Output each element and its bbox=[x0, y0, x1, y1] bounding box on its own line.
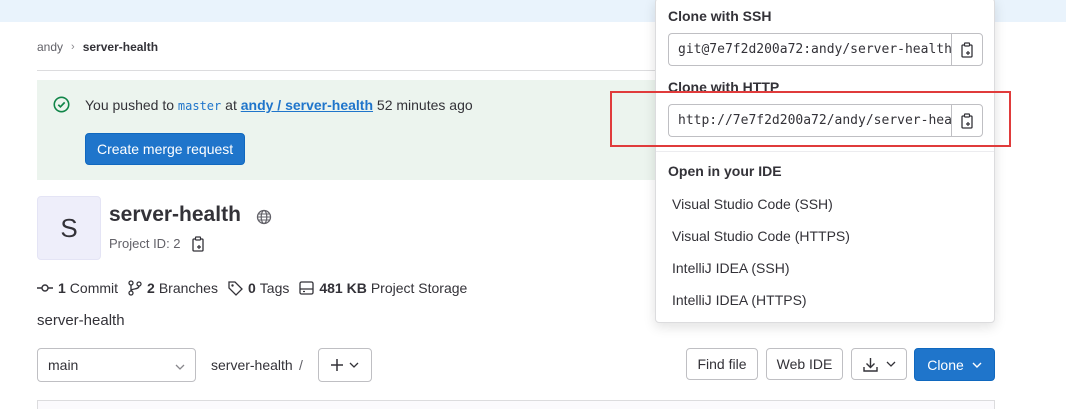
file-tree-panel bbox=[37, 400, 995, 409]
copy-ssh-button[interactable] bbox=[951, 33, 983, 66]
ssh-label: Clone with SSH bbox=[668, 8, 772, 24]
alert-project-link[interactable]: andy / server-health bbox=[241, 97, 373, 113]
breadcrumb-parent[interactable]: andy bbox=[37, 40, 63, 54]
copy-icon bbox=[961, 41, 973, 58]
ide-item-vscode-https[interactable]: Visual Studio Code (HTTPS) bbox=[672, 228, 850, 244]
ide-label: Open in your IDE bbox=[668, 163, 782, 179]
chevron-down-icon bbox=[349, 362, 359, 368]
dropdown-divider bbox=[656, 151, 994, 152]
alert-prefix: You pushed to bbox=[85, 97, 175, 113]
clone-button[interactable]: Clone bbox=[914, 348, 995, 381]
commit-icon bbox=[37, 284, 53, 292]
storage-stat[interactable]: 481 KB Project Storage bbox=[299, 280, 467, 296]
project-id: Project ID: 2 bbox=[109, 236, 181, 251]
check-circle-icon bbox=[53, 96, 70, 118]
commits-stat[interactable]: 1 Commit bbox=[37, 280, 118, 296]
branch-icon bbox=[128, 280, 142, 296]
add-to-tree-button[interactable] bbox=[318, 348, 372, 382]
chevron-down-icon bbox=[175, 357, 185, 373]
web-ide-button[interactable]: Web IDE bbox=[766, 348, 843, 380]
alert-branch: master bbox=[177, 99, 222, 113]
download-icon bbox=[862, 357, 878, 372]
alert-message: You pushed to master at andy / server-he… bbox=[85, 97, 473, 113]
ssh-url-field[interactable]: git@7e7f2d200a72:andy/server-health.git bbox=[668, 33, 951, 66]
path-separator: / bbox=[299, 357, 303, 373]
ide-item-vscode-ssh[interactable]: Visual Studio Code (SSH) bbox=[672, 196, 833, 212]
clone-button-label: Clone bbox=[927, 356, 964, 373]
tags-stat[interactable]: 0 Tags bbox=[228, 280, 289, 296]
repo-path[interactable]: server-health bbox=[211, 357, 293, 373]
create-merge-request-button[interactable]: Create merge request bbox=[85, 133, 246, 165]
copy-id-icon[interactable] bbox=[191, 236, 205, 257]
project-title: server-health bbox=[109, 203, 241, 226]
ssh-url-group: git@7e7f2d200a72:andy/server-health.git bbox=[668, 33, 983, 66]
alert-time: 52 minutes ago bbox=[376, 97, 473, 113]
alert-at: at bbox=[225, 97, 237, 113]
chevron-right-icon: › bbox=[71, 41, 75, 53]
ide-item-intellij-https[interactable]: IntelliJ IDEA (HTTPS) bbox=[672, 292, 807, 308]
breadcrumb: andy › server-health bbox=[37, 40, 158, 54]
download-button[interactable] bbox=[851, 348, 907, 380]
branch-selector[interactable]: main bbox=[37, 348, 196, 382]
find-file-button[interactable]: Find file bbox=[686, 348, 758, 380]
highlight-box bbox=[610, 91, 1011, 147]
plus-icon bbox=[331, 359, 343, 371]
tag-icon bbox=[228, 280, 243, 296]
project-avatar: S bbox=[37, 196, 101, 260]
clone-dropdown: Clone with SSH git@7e7f2d200a72:andy/ser… bbox=[655, 0, 995, 323]
chevron-down-icon bbox=[886, 361, 895, 367]
branch-selector-value: main bbox=[48, 357, 79, 373]
project-description: server-health bbox=[37, 312, 125, 329]
storage-icon bbox=[299, 281, 315, 295]
ide-item-intellij-ssh[interactable]: IntelliJ IDEA (SSH) bbox=[672, 260, 789, 276]
breadcrumb-current[interactable]: server-health bbox=[83, 40, 158, 54]
globe-icon bbox=[256, 209, 272, 230]
project-stats: 1 Commit 2 Branches 0 Tags 481 KB Project St… bbox=[37, 280, 477, 296]
branches-stat[interactable]: 2 Branches bbox=[128, 280, 218, 296]
chevron-down-icon bbox=[972, 362, 982, 368]
